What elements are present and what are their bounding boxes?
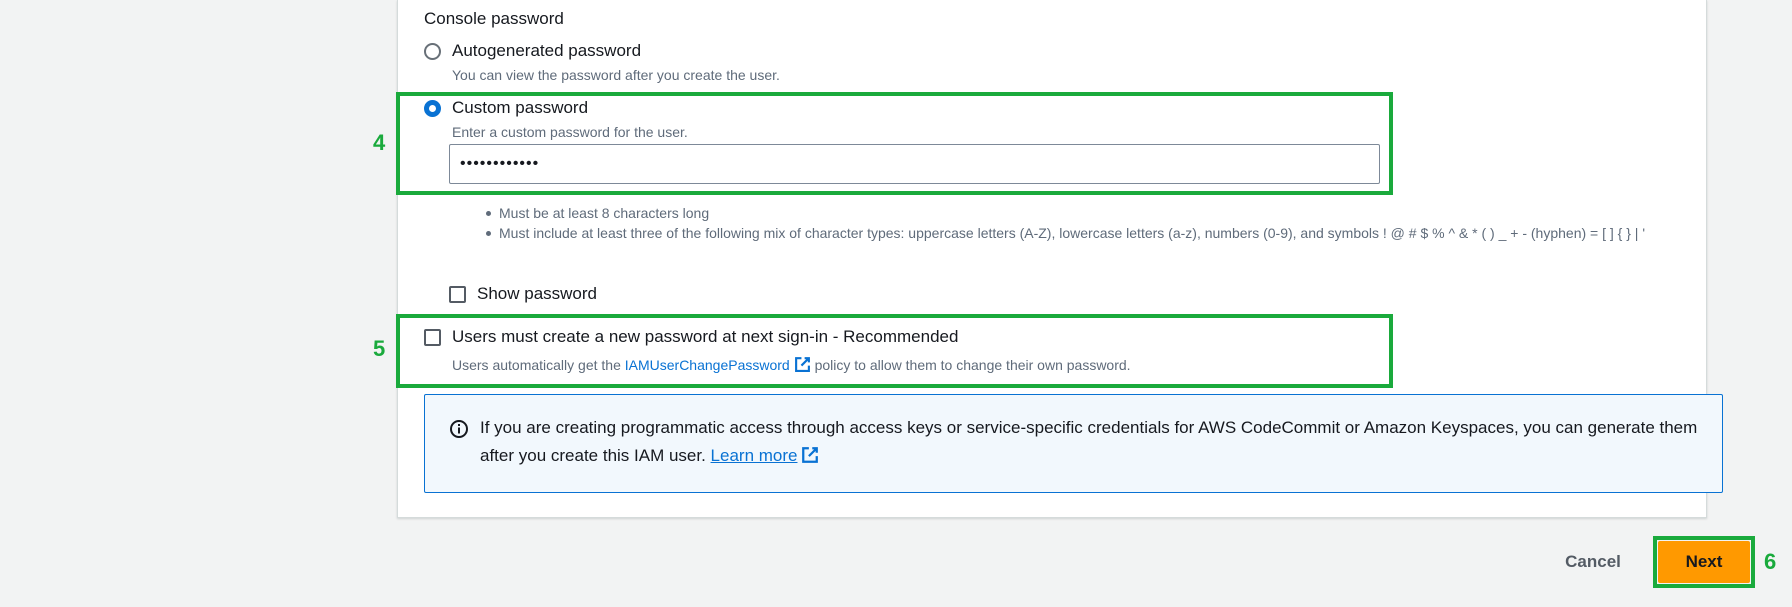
external-link-icon[interactable]	[801, 446, 819, 464]
password-requirements-list: Must be at least 8 characters long Must …	[484, 203, 1704, 243]
reset-password-checkbox[interactable]	[424, 329, 441, 346]
show-password-checkbox[interactable]	[449, 286, 466, 303]
reset-password-desc: Users automatically get the IAMUserChang…	[452, 356, 1131, 373]
external-link-icon[interactable]	[794, 356, 811, 373]
step-6-number: 6	[1764, 549, 1777, 574]
info-icon	[450, 420, 468, 438]
step-4-number: 4	[373, 130, 386, 155]
autogenerated-password-desc: You can view the password after you crea…	[452, 67, 780, 83]
console-password-label: Console password	[424, 9, 564, 28]
reset-password-desc-after: policy to allow them to change their own…	[810, 357, 1131, 373]
custom-password-label[interactable]: Custom password	[452, 98, 588, 118]
custom-password-input[interactable]: ••••••••••••	[449, 144, 1380, 184]
password-requirement-item: Must be at least 8 characters long	[484, 203, 1704, 223]
step-5-highlight-box	[396, 314, 1393, 388]
step-5-number: 5	[373, 336, 386, 361]
custom-password-desc: Enter a custom password for the user.	[452, 124, 688, 140]
autogenerated-password-radio[interactable]	[424, 43, 441, 60]
reset-password-label[interactable]: Users must create a new password at next…	[452, 327, 958, 347]
iam-user-change-password-link[interactable]: IAMUserChangePassword	[625, 357, 790, 373]
custom-password-radio[interactable]	[424, 100, 441, 117]
next-button[interactable]: Next	[1658, 541, 1750, 583]
info-alert-text: If you are creating programmatic access …	[480, 414, 1700, 470]
learn-more-link[interactable]: Learn more	[711, 446, 798, 465]
autogenerated-password-label[interactable]: Autogenerated password	[452, 41, 641, 61]
info-alert-message: If you are creating programmatic access …	[480, 418, 1698, 465]
password-requirement-item: Must include at least three of the follo…	[484, 223, 1704, 243]
cancel-button[interactable]: Cancel	[1548, 546, 1638, 578]
show-password-label[interactable]: Show password	[477, 284, 597, 304]
reset-password-desc-before: Users automatically get the	[452, 357, 625, 373]
